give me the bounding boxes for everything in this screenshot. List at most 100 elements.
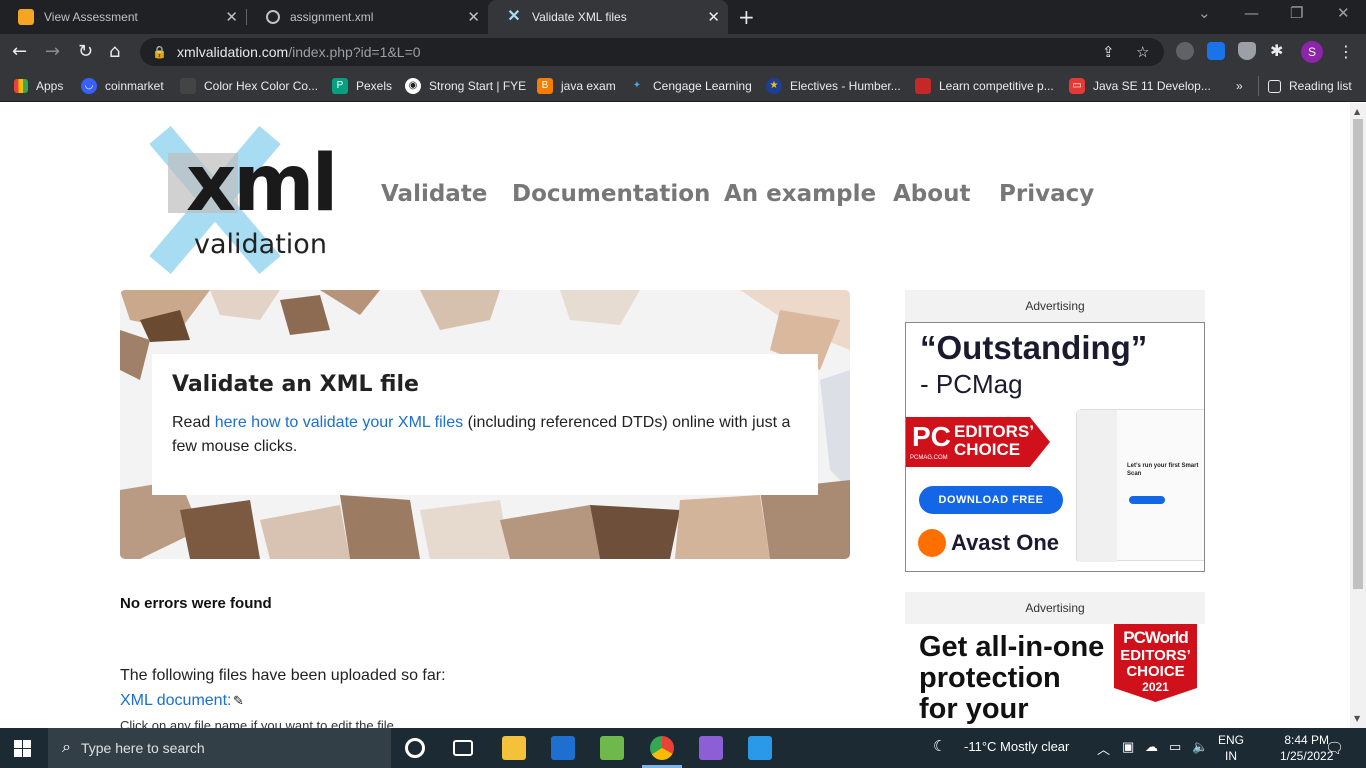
editors-choice-text: EDITORS’ CHOICE bbox=[954, 423, 1034, 459]
cortana-icon[interactable] bbox=[405, 738, 425, 758]
tray-app-icon[interactable]: ▣ bbox=[1122, 739, 1134, 755]
url-host: xmlvalidation.com bbox=[176, 44, 289, 60]
bookmark-java-se[interactable]: ▭ Java SE 11 Develop... bbox=[1069, 76, 1211, 96]
bookmark-apps[interactable]: Apps bbox=[14, 76, 63, 96]
task-view-icon[interactable] bbox=[453, 740, 473, 756]
minimize-icon[interactable]: — bbox=[1244, 4, 1259, 22]
pcworld-year-text: 2021 bbox=[1142, 680, 1169, 694]
menu-kebab-icon[interactable]: ⋮ bbox=[1338, 42, 1354, 61]
close-tab-icon[interactable]: ✕ bbox=[707, 8, 720, 26]
edit-pencil-icon[interactable]: ✎ bbox=[233, 694, 244, 709]
close-tab-icon[interactable]: ✕ bbox=[225, 8, 238, 26]
address-bar[interactable]: 🔒 xmlvalidation.com /index.php?id=1&L=0 … bbox=[140, 38, 1164, 66]
download-free-button[interactable]: DOWNLOAD FREE bbox=[919, 486, 1063, 514]
tab-assignment-xml[interactable]: assignment.xml ✕ bbox=[248, 0, 488, 34]
shield-extension-icon[interactable] bbox=[1238, 42, 1256, 60]
notification-center-icon[interactable]: 🗨 bbox=[1325, 739, 1344, 757]
bookmark-label: Apps bbox=[36, 79, 64, 93]
page-scrollbar[interactable]: ▲ ▼ bbox=[1350, 103, 1366, 728]
nav-documentation[interactable]: Documentation bbox=[512, 181, 710, 207]
new-tab-button[interactable]: + bbox=[738, 5, 755, 29]
pcworld-editors-choice-badge: PCWorld EDITORS’ CHOICE 2021 bbox=[1114, 624, 1197, 702]
more-bookmarks-icon: » bbox=[1236, 79, 1243, 93]
forward-arrow-icon[interactable]: → bbox=[45, 41, 60, 62]
input-language[interactable]: ENG IN bbox=[1218, 732, 1244, 764]
tray-chevron-icon[interactable]: ︿ bbox=[1097, 739, 1110, 758]
avast-logo-icon bbox=[918, 529, 946, 557]
scrollbar-thumb[interactable] bbox=[1353, 119, 1363, 589]
nav-privacy[interactable]: Privacy bbox=[999, 181, 1094, 207]
taskbar-search-box[interactable]: ⌕ Type here to search bbox=[48, 728, 391, 768]
more-bookmarks-button[interactable]: » bbox=[1236, 76, 1243, 96]
logo-xml-text: xml bbox=[186, 139, 338, 229]
bookmark-cengage[interactable]: ✦ Cengage Learning bbox=[629, 76, 752, 96]
mail-icon[interactable] bbox=[551, 736, 575, 760]
hero-title: Validate an XML file bbox=[172, 372, 419, 397]
close-window-icon[interactable]: ✕ bbox=[1337, 4, 1350, 22]
how-to-validate-link[interactable]: here how to validate your XML files bbox=[215, 414, 463, 431]
bookmark-electives[interactable]: ★ Electives - Humber... bbox=[766, 76, 901, 96]
nav-an-example[interactable]: An example bbox=[724, 181, 876, 207]
color-hex-icon bbox=[180, 78, 196, 94]
extension-blue-icon[interactable] bbox=[1207, 42, 1225, 60]
onedrive-cloud-icon[interactable]: ☁ bbox=[1145, 739, 1158, 755]
scroll-up-arrow-icon[interactable]: ▲ bbox=[1354, 107, 1360, 116]
tab-title: View Assessment bbox=[44, 10, 138, 24]
globe-icon: ◉ bbox=[405, 78, 421, 94]
pcworld-ad[interactable]: Get all-in-one protection for your PCWor… bbox=[905, 624, 1205, 728]
nav-about[interactable]: About bbox=[893, 181, 970, 207]
search-icon: ⌕ bbox=[62, 739, 71, 756]
profile-avatar[interactable]: S bbox=[1301, 41, 1323, 63]
tab-search-chevron-icon[interactable]: ⌄ bbox=[1198, 4, 1211, 22]
avast-ad[interactable]: “Outstanding” - PCMag PC PCMAG.COM EDITO… bbox=[905, 322, 1205, 572]
scroll-down-arrow-icon[interactable]: ▼ bbox=[1354, 714, 1360, 723]
close-tab-icon[interactable]: ✕ bbox=[467, 8, 480, 26]
ad2-headline: Get all-in-one protection for your bbox=[919, 632, 1104, 725]
restore-icon[interactable]: ❐ bbox=[1290, 4, 1303, 22]
hero-card: Validate an XML file Read here how to va… bbox=[152, 354, 818, 495]
file-explorer-icon[interactable] bbox=[502, 736, 526, 760]
pencil-icon bbox=[18, 9, 34, 25]
back-arrow-icon[interactable]: ← bbox=[12, 41, 27, 62]
tab-view-assessment[interactable]: View Assessment ✕ bbox=[0, 0, 246, 34]
xml-document-link[interactable]: XML document: bbox=[120, 692, 231, 710]
bookmark-pexels[interactable]: P Pexels bbox=[332, 76, 392, 96]
bookmark-label: Electives - Humber... bbox=[790, 79, 901, 93]
blogger-icon: B bbox=[537, 78, 553, 94]
bookmark-java-exam[interactable]: B java exam bbox=[537, 76, 616, 96]
chrome-icon[interactable] bbox=[650, 736, 674, 760]
bookmark-label: coinmarket bbox=[105, 79, 164, 93]
ad2-line3: for your bbox=[919, 693, 1029, 725]
visual-studio-icon[interactable] bbox=[699, 736, 723, 760]
reload-icon[interactable]: ↻ bbox=[78, 41, 93, 62]
home-icon[interactable]: ⌂ bbox=[109, 41, 120, 62]
battery-icon[interactable]: ▭ bbox=[1169, 739, 1181, 755]
apps-grid-icon bbox=[14, 79, 28, 93]
bookmark-strong-start[interactable]: ◉ Strong Start | FYE bbox=[405, 76, 526, 96]
uploaded-files-text: The following files have been uploaded s… bbox=[120, 667, 446, 684]
logo-validation-text: validation bbox=[194, 229, 327, 260]
windows-start-icon[interactable] bbox=[14, 740, 31, 757]
puzzle-extensions-icon[interactable]: ✱ bbox=[1270, 41, 1288, 60]
bookmark-star-icon[interactable]: ☆ bbox=[1136, 43, 1149, 61]
bookmark-label: Color Hex Color Co... bbox=[204, 79, 319, 93]
share-icon[interactable]: ⇪ bbox=[1102, 43, 1115, 61]
volume-icon[interactable]: 🔈 bbox=[1192, 739, 1208, 755]
site-logo[interactable]: xml validation bbox=[138, 117, 338, 277]
bookmark-color-hex[interactable]: Color Hex Color Co... bbox=[180, 76, 318, 96]
cengage-icon: ✦ bbox=[632, 80, 642, 91]
nav-validate[interactable]: Validate bbox=[381, 181, 487, 207]
bookmark-learn-competitive[interactable]: Learn competitive p... bbox=[915, 76, 1054, 96]
bookmark-coinmarket[interactable]: ◡ coinmarket bbox=[81, 76, 164, 96]
vscode-icon[interactable] bbox=[748, 736, 772, 760]
tab-validate-xml[interactable]: ✕ Validate XML files ✕ bbox=[488, 0, 728, 34]
mock-scan-button bbox=[1129, 496, 1165, 504]
reading-list-button[interactable]: Reading list bbox=[1258, 76, 1352, 96]
advertising-label: Advertising bbox=[1025, 601, 1085, 615]
extension-icon[interactable] bbox=[1176, 42, 1194, 60]
weather-moon-icon: ☾ bbox=[933, 738, 947, 755]
notepad-plus-icon[interactable] bbox=[600, 736, 624, 760]
ad-container-2: Advertising Get all-in-one protection fo… bbox=[905, 592, 1205, 728]
weather-text[interactable]: -11°C Mostly clear bbox=[964, 739, 1069, 754]
editors-text: EDITORS’ bbox=[954, 422, 1034, 441]
